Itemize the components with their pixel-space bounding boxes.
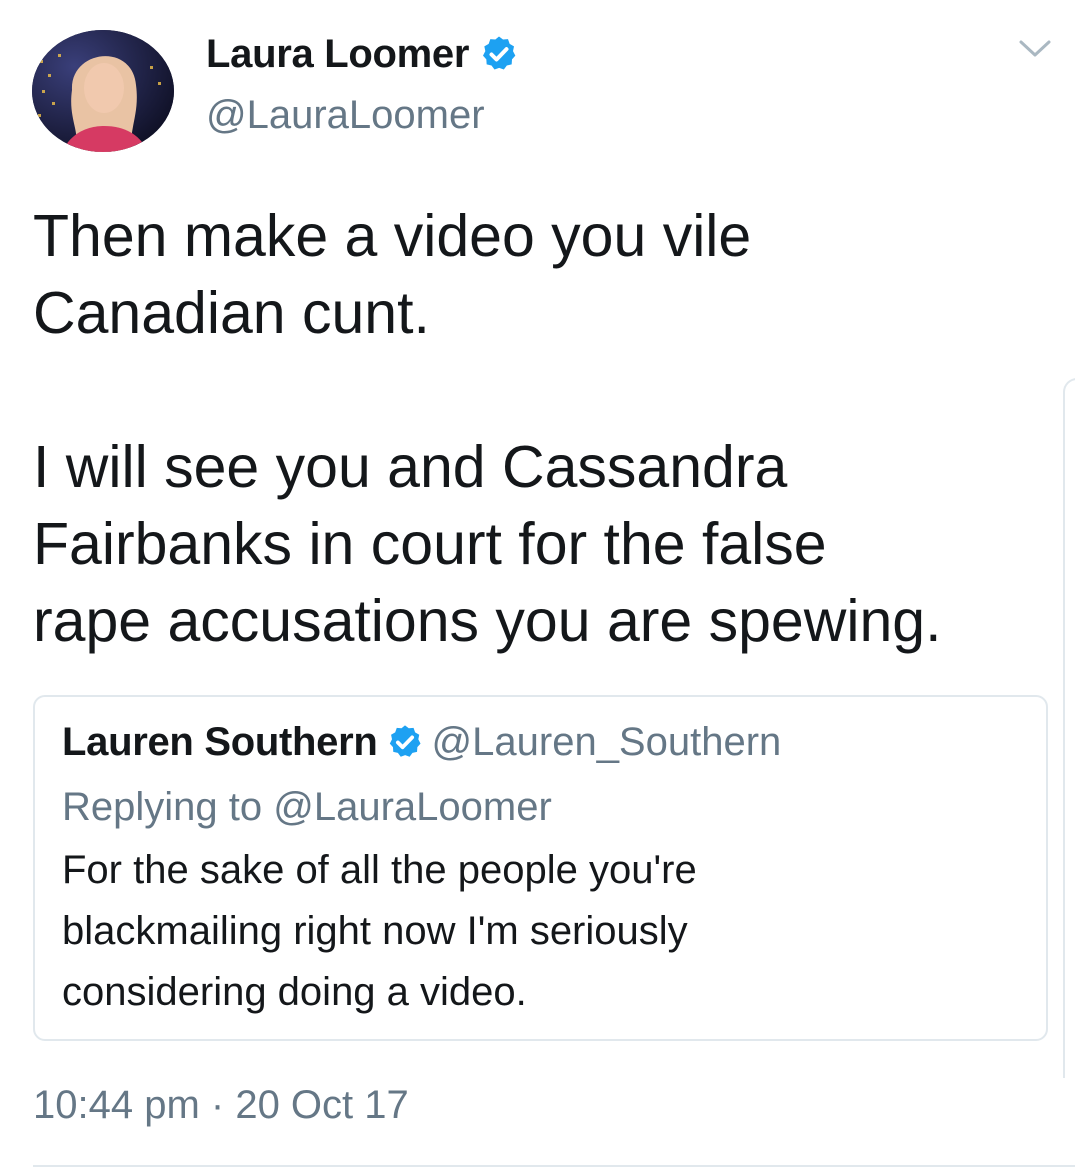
tweet-text-line: rape accusations you are spewing. (33, 588, 942, 654)
tweet-text-line: Then make a video you vile (33, 203, 752, 269)
tweet-text: Then make a video you vile Canadian cunt… (33, 198, 1063, 660)
quoted-author-handle: @Lauren_Southern (431, 720, 782, 764)
quoted-tweet-header: Lauren Southern @Lauren_Southern (62, 717, 781, 767)
quoted-tweet-card[interactable]: Lauren Southern @Lauren_Southern Replyin… (33, 695, 1048, 1041)
replying-to-label: Replying to @LauraLoomer (62, 785, 552, 829)
quoted-text-line: blackmailing right now I'm seriously (62, 909, 688, 953)
scrollbar-edge[interactable] (1063, 378, 1075, 1078)
author-name[interactable]: Laura Loomer (206, 31, 519, 77)
quoted-text-line: considering doing a video. (62, 970, 527, 1014)
verified-badge-icon (389, 725, 421, 757)
quoted-text-line: For the sake of all the people you're (62, 848, 697, 892)
author-avatar[interactable] (32, 30, 174, 152)
quoted-tweet-text: For the sake of all the people you're bl… (62, 840, 1022, 1023)
tweet-text-line: Canadian cunt. (33, 280, 430, 346)
tweet-text-line: Fairbanks in court for the false (33, 511, 827, 577)
verified-badge-icon (483, 36, 516, 70)
tweet-detail: Laura Loomer @LauraLoomer Then make a vi… (0, 0, 1075, 1174)
chevron-down-icon[interactable] (1018, 38, 1052, 60)
tweet-timestamp[interactable]: 10:44 pm · 20 Oct 17 (33, 1080, 409, 1130)
author-name-text: Laura Loomer (206, 32, 470, 76)
author-handle[interactable]: @LauraLoomer (206, 92, 485, 138)
tweet-text-line: I will see you and Cassandra (33, 434, 788, 500)
divider (33, 1165, 1075, 1167)
quoted-author-name: Lauren Southern (62, 720, 378, 764)
